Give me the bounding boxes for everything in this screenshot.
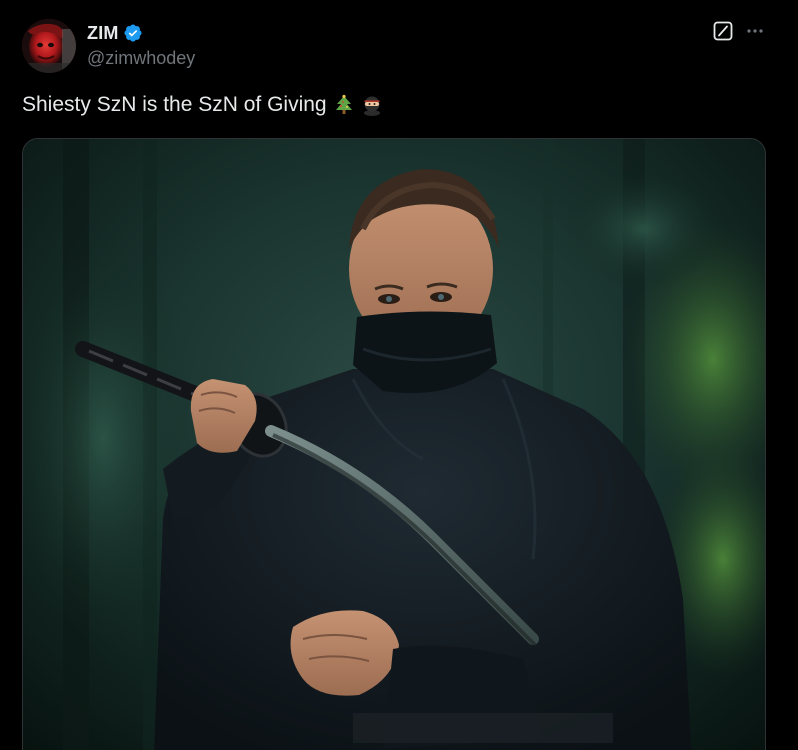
tweet-text-body: Shiesty SzN is the SzN of Giving <box>22 93 327 116</box>
tweet-text: Shiesty SzN is the SzN of Giving <box>22 93 383 117</box>
grok-icon[interactable] <box>712 20 734 42</box>
tweet-card: ZIM @zimwhodey Shiesty SzN is the SzN of… <box>0 0 798 750</box>
display-name[interactable]: ZIM <box>87 23 119 44</box>
author-name-row: ZIM <box>87 21 143 45</box>
christmas-tree-icon <box>333 94 355 116</box>
avatar[interactable] <box>22 19 76 73</box>
verified-badge-icon <box>123 23 143 43</box>
tweet-media-photo[interactable] <box>22 138 766 750</box>
author-handle[interactable]: @zimwhodey <box>87 48 195 69</box>
ninja-icon <box>361 94 383 116</box>
header-actions <box>712 20 766 42</box>
more-options-icon[interactable] <box>744 20 766 42</box>
